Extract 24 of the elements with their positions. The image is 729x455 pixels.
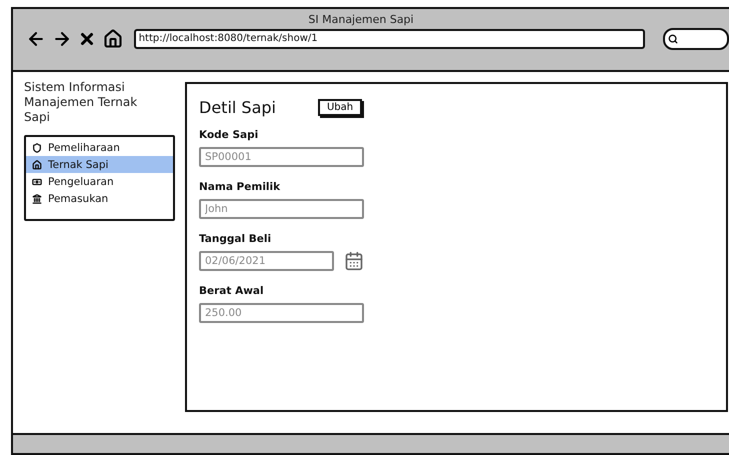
app-title: Sistem Informasi Manajemen Ternak Sapi [24,80,138,125]
field-label: Tanggal Beli [199,233,272,245]
home-icon [32,160,42,170]
nav-item[interactable]: Ternak Sapi [26,156,173,173]
shield-icon [32,142,42,152]
search-field[interactable] [662,28,729,50]
banknote-icon [32,176,42,186]
field-label: Nama Pemilik [199,181,282,193]
panel-title: Detil Sapi [199,98,276,117]
date-field[interactable]: 02/06/2021 [199,251,334,271]
edit-button[interactable]: Ubah [318,99,362,116]
nav-item[interactable]: Pemasukan [26,190,173,207]
nav-item[interactable]: Pengeluaran [26,173,173,190]
field-label: Kode Sapi [199,129,260,141]
input-field[interactable]: 250.00 [199,303,364,323]
field-label: Berat Awal [199,285,265,297]
window-title: SI Manajemen Sapi [308,13,414,26]
bank-icon [32,194,42,204]
home-icon[interactable] [102,28,124,50]
calendar-icon[interactable] [344,251,364,271]
nav-item[interactable]: Pemeliharaan [26,139,173,156]
input-field[interactable]: SP00001 [199,147,364,167]
address-bar[interactable]: http://localhost:8080/ternak/show/1 [134,29,645,49]
search-icon [668,34,678,44]
